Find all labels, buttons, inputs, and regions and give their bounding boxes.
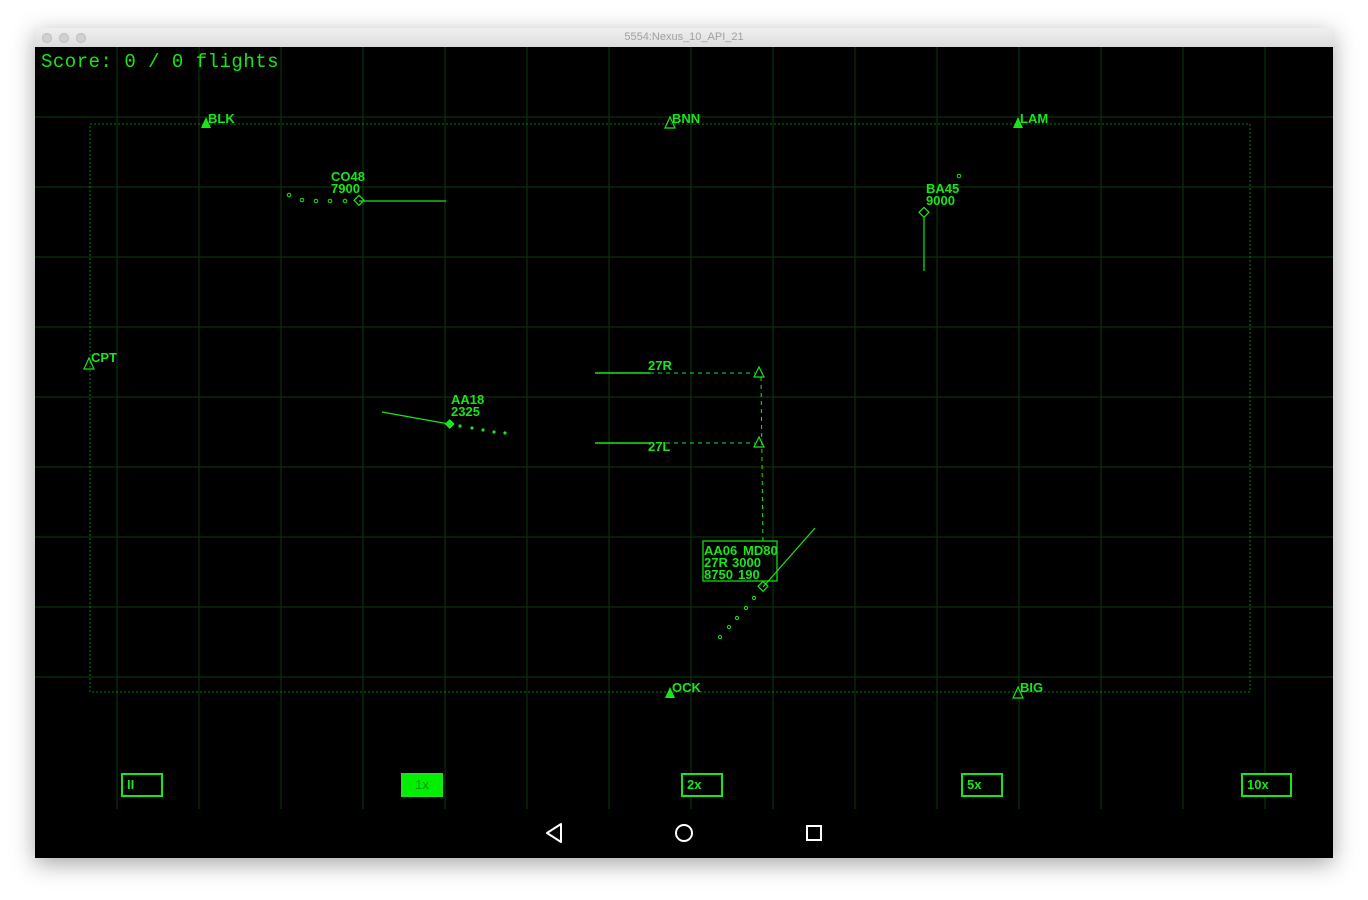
aircraft-ba45-icon	[918, 206, 930, 219]
home-button[interactable]	[670, 819, 698, 847]
aircraft-aa18-altitude: 2325	[451, 404, 480, 419]
aircraft-co48-altitude: 7900	[331, 181, 360, 196]
runway-27r-label: 27R	[648, 358, 672, 373]
window-title: 5554:Nexus_10_API_21	[624, 31, 744, 43]
beacon-bnn[interactable]: BNN	[664, 111, 700, 129]
beacon-bnn-label: BNN	[672, 111, 700, 126]
aircraft-ba45-altitude: 9000	[926, 193, 955, 208]
beacon-ock-label: OCK	[672, 680, 702, 695]
beacon-lam-label: LAM	[1020, 111, 1048, 126]
speed-5x-button[interactable]: 5x	[961, 773, 1003, 797]
beacon-cpt[interactable]: CPT	[83, 350, 117, 370]
pause-button[interactable]: II	[121, 773, 163, 797]
approach-path-line	[760, 376, 764, 548]
runway-27r[interactable]: 27R	[595, 358, 765, 378]
aircraft-aa18[interactable]: AA18 2325	[381, 392, 507, 435]
emulator-window: 5554:Nexus_10_API_21 BLK BNN LAM CPT OCK…	[35, 28, 1333, 858]
runway-27l-label: 27L	[648, 439, 670, 454]
beacon-blk[interactable]: BLK	[201, 111, 235, 128]
aircraft-aa06-trail	[717, 595, 757, 640]
window-titlebar: 5554:Nexus_10_API_21	[35, 28, 1333, 48]
android-navigation-bar	[35, 809, 1333, 858]
speed-2x-button[interactable]: 2x	[681, 773, 723, 797]
aircraft-aa18-heading-vector	[381, 411, 450, 425]
runway-27l-marker-icon	[753, 435, 765, 448]
aircraft-ba45-trail	[956, 173, 962, 179]
back-button[interactable]	[541, 819, 569, 847]
back-triangle-icon	[546, 823, 562, 843]
game-screen[interactable]: BLK BNN LAM CPT OCK BIG 27R 27L CO48 790…	[35, 47, 1333, 858]
runway-27r-marker-icon	[753, 365, 765, 378]
beacon-lam[interactable]: LAM	[1013, 111, 1048, 128]
recents-button[interactable]	[800, 819, 828, 847]
speed-1x-button[interactable]: 1x	[401, 773, 443, 797]
beacon-blk-label: BLK	[208, 111, 235, 126]
beacon-cpt-label: CPT	[91, 350, 117, 365]
aircraft-aa06[interactable]: AA06 MD80 27R 3000 8750 190	[702, 527, 816, 640]
recents-square-icon	[806, 825, 822, 841]
runway-27l[interactable]: 27L	[595, 435, 765, 454]
beacon-big-label: BIG	[1020, 680, 1043, 695]
speed-10x-button[interactable]: 10x	[1241, 773, 1292, 797]
aircraft-aa18-icon	[444, 419, 455, 429]
aircraft-ba45[interactable]: BA45 9000	[918, 173, 962, 271]
aircraft-co48-icon	[353, 194, 365, 207]
beacon-big[interactable]: BIG	[1012, 680, 1043, 699]
beacon-ock[interactable]: OCK	[665, 680, 702, 698]
aircraft-aa06-speed: 190	[738, 567, 760, 582]
aircraft-aa06-altitude: 8750	[704, 567, 733, 582]
home-circle-icon	[675, 824, 693, 842]
score-display: Score: 0 / 0 flights	[41, 51, 280, 73]
aircraft-aa18-trail	[458, 424, 507, 435]
radar-canvas[interactable]: BLK BNN LAM CPT OCK BIG 27R 27L CO48 790…	[35, 47, 1333, 809]
